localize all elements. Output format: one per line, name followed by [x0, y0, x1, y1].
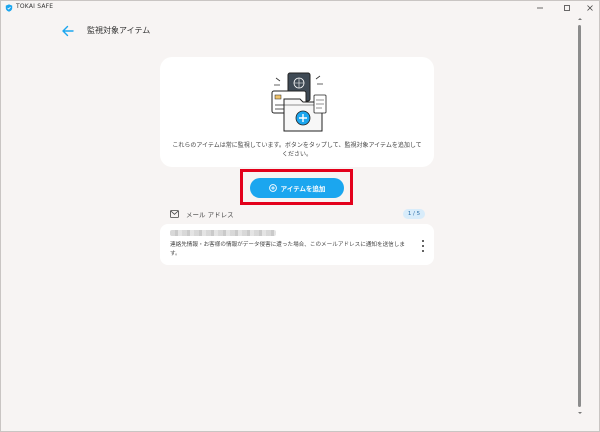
page-title: 監視対象アイテム — [87, 26, 151, 35]
close-icon — [587, 5, 593, 11]
email-item-card[interactable]: 連絡先情報・お客様の情報がデータ侵害に遭った場合、このメールアドレスに通知を送信… — [160, 224, 434, 265]
add-item-label: アイテムを追加 — [280, 185, 326, 193]
maximize-icon — [564, 5, 570, 11]
scroll-up-icon[interactable] — [576, 15, 584, 23]
close-button[interactable] — [579, 1, 600, 15]
count-badge: 1 / 5 — [403, 209, 425, 219]
scroll-down-icon[interactable] — [576, 409, 584, 417]
redacted-email-address — [170, 230, 276, 236]
app-title: TOKAI SAFE — [16, 3, 54, 10]
monitored-items-illustration — [271, 72, 327, 132]
scroll-thumb[interactable] — [578, 25, 581, 407]
info-text: これらのアイテムは常に監視しています。ボタンをタップして、監視対象アイテムを追加… — [172, 142, 422, 158]
section-label: メール アドレス — [186, 211, 234, 219]
email-item-description: 連絡先情報・お客様の情報がデータ侵害に遭った場合、このメールアドレスに通知を送信… — [170, 242, 405, 257]
plus-circle-icon — [268, 184, 277, 192]
shield-icon — [5, 4, 13, 12]
info-card: これらのアイテムは常に監視しています。ボタンをタップして、監視対象アイテムを追加… — [160, 57, 434, 167]
add-item-button[interactable]: アイテムを追加 — [250, 178, 344, 198]
mail-icon — [170, 210, 179, 218]
title-bar: TOKAI SAFE — [1, 1, 599, 15]
vertical-scrollbar[interactable] — [576, 15, 584, 417]
email-section-header: メール アドレス 1 / 5 — [170, 209, 425, 221]
maximize-button[interactable] — [556, 1, 578, 15]
minimize-button[interactable] — [529, 1, 551, 15]
minimize-icon — [537, 7, 543, 9]
back-arrow-icon[interactable] — [61, 25, 75, 37]
app-window: TOKAI SAFE 監視対象アイテム これらのアイテムは常に監視しています。ボ… — [0, 0, 600, 432]
more-vert-icon[interactable] — [420, 240, 426, 252]
